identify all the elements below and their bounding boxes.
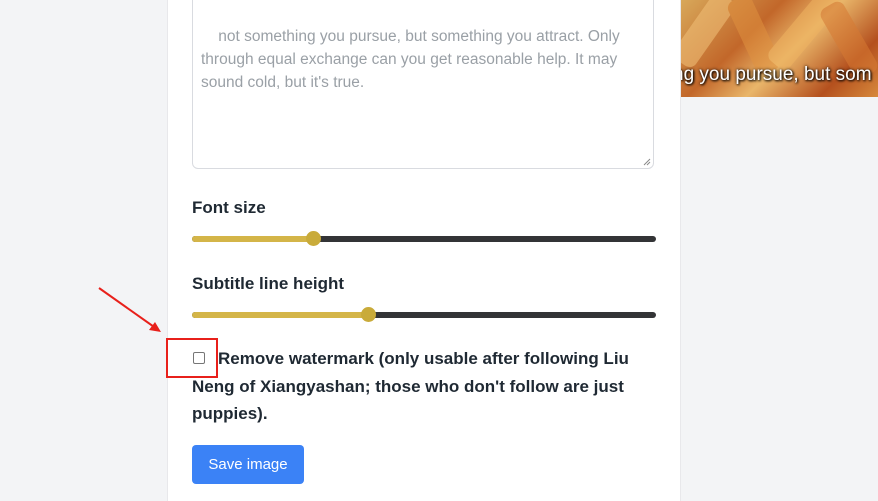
slider-thumb[interactable] <box>361 307 377 322</box>
font-size-label: Font size <box>192 198 266 217</box>
line-height-label: Subtitle line height <box>192 274 345 293</box>
preview-caption: ng you pursue, but som <box>681 64 872 85</box>
slider-fill <box>192 236 313 242</box>
remove-watermark-label[interactable]: Remove watermark (only usable after foll… <box>192 345 662 428</box>
slider-thumb[interactable] <box>305 231 321 246</box>
annotation-arrow-icon <box>98 287 161 332</box>
subtitle-text: not something you pursue, but something … <box>201 28 625 91</box>
slider-fill <box>192 312 369 318</box>
resize-grip-icon[interactable] <box>643 158 651 166</box>
image-preview: ng you pursue, but som <box>681 0 878 97</box>
editor-panel: not something you pursue, but something … <box>167 0 681 501</box>
annotation-highlight-box <box>166 338 218 378</box>
line-height-slider[interactable] <box>192 307 656 323</box>
save-image-button[interactable]: Save image <box>192 445 304 484</box>
subtitle-textarea[interactable]: not something you pursue, but something … <box>192 0 654 169</box>
font-size-slider[interactable] <box>192 231 656 247</box>
